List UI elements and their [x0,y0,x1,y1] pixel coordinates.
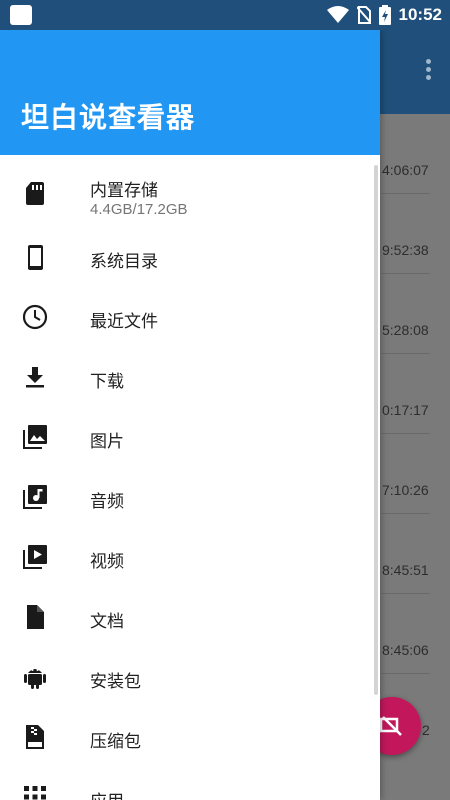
list-item-time: 7:10:26 [382,482,429,498]
menu-item-label: 音频 [90,492,124,512]
divider [382,273,430,274]
menu-item-label: 文档 [90,612,124,632]
divider [382,513,430,514]
list-item-time: 8:45:51 [382,562,429,578]
status-icons: 10:52 [326,0,442,30]
menu-item-system-directory[interactable]: 系统目录 [0,226,380,286]
phone-icon [28,245,43,270]
drawer-header: 坦白说查看器 [0,30,380,155]
list-item-time: 5:28:08 [382,322,429,338]
list-item-time: 2 [422,722,430,738]
list-item-time: 0:17:17 [382,402,429,418]
menu-item-recent-files[interactable]: 最近文件 [0,286,380,346]
menu-item-label: 安装包 [90,672,141,692]
menu-item-label: 视频 [90,552,124,572]
sd-card-icon [26,182,44,205]
clock-time: 10:52 [398,5,442,24]
notification-icon [10,5,32,25]
menu-item-label: 内置存储 [90,181,158,201]
apps-grid-icon [24,786,46,800]
music-library-icon [23,485,47,509]
menu-item-audio[interactable]: 音频 [0,466,380,526]
list-item-time: 8:45:06 [382,642,429,658]
battery-icon [378,5,391,25]
storage-usage-text: 4.4GB/17.2GB [90,201,188,218]
drawer-scrollbar[interactable] [374,165,378,695]
download-icon [26,367,44,388]
menu-item-label: 系统目录 [90,252,158,272]
divider [382,433,430,434]
menu-item-label: 最近文件 [90,312,158,332]
navigation-drawer: 坦白说查看器 内置存储 4.4GB/17.2GB 系统目录 最近文件 下载 图片… [0,30,380,800]
app-title: 坦白说查看器 [21,101,196,134]
status-bar: 10:52 [0,0,450,30]
divider [382,193,430,194]
more-options-icon[interactable] [426,56,432,83]
menu-item-label: 应用 [90,787,124,800]
clock-icon [22,304,48,330]
menu-item-archives[interactable]: 压缩包 [0,706,380,766]
menu-item-label: 图片 [90,432,124,452]
switch-icon [379,716,402,736]
document-icon [27,605,44,629]
menu-item-apps[interactable]: 应用 [0,766,380,800]
list-item-time: 9:52:38 [382,242,429,258]
menu-item-apk-packages[interactable]: 安装包 [0,646,380,706]
divider [382,593,430,594]
menu-item-label: 下载 [90,372,124,392]
video-library-icon [23,545,47,569]
no-sim-icon [356,6,371,24]
menu-item-documents[interactable]: 文档 [0,586,380,646]
menu-item-internal-storage[interactable]: 内置存储 4.4GB/17.2GB [0,162,380,222]
divider [382,673,430,674]
archive-icon [26,725,44,749]
menu-item-video[interactable]: 视频 [0,526,380,586]
menu-item-images[interactable]: 图片 [0,406,380,466]
menu-item-label: 压缩包 [90,732,141,752]
menu-item-downloads[interactable]: 下载 [0,346,380,406]
android-icon [24,669,46,689]
wifi-icon [326,6,349,23]
list-item-time: 4:06:07 [382,162,429,178]
divider [382,353,430,354]
image-icon [23,425,47,449]
